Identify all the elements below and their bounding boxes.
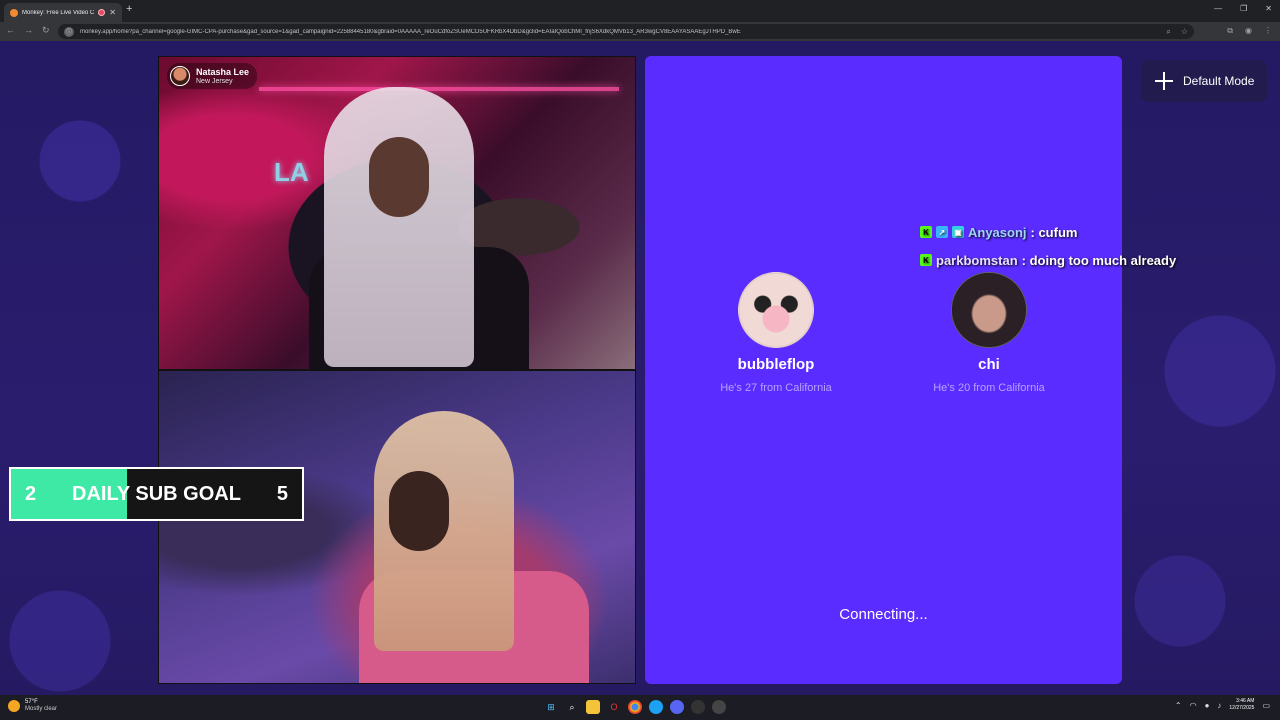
match-card-chi[interactable]: chi He's 20 from California <box>899 272 1079 394</box>
site-info-icon[interactable]: ⓘ <box>64 26 74 37</box>
search-icon[interactable]: ⌕ <box>565 700 579 714</box>
chat-username: Anyasonj <box>968 224 1027 240</box>
match-card-bubbleflop[interactable]: bubbleflop He's 27 from California <box>686 272 866 394</box>
taskbar-apps: ⊞ ⌕ O <box>544 700 726 714</box>
sub-goal-bar: 2 DAILY SUB GOAL 5 <box>9 467 304 521</box>
bookmark-star-icon[interactable]: ☆ <box>1181 27 1188 37</box>
chat-overlay: K ↗ ▣ Anyasonj : cufum K parkbomstan : d… <box>920 224 1176 280</box>
collapse-icon <box>1155 72 1173 90</box>
app-icon[interactable] <box>691 700 705 714</box>
omnibox-actions: ⌕ ☆ <box>1166 27 1188 37</box>
chat-text: : doing too much already <box>1021 252 1177 268</box>
kick-badge-icon: K <box>920 254 932 266</box>
chat-username: parkbomstan <box>936 252 1018 268</box>
weather-widget[interactable]: 57°F Mostly clear <box>8 699 57 713</box>
default-mode-label: Default Mode <box>1183 74 1255 88</box>
self-video-feed <box>158 370 636 684</box>
edge-icon[interactable] <box>649 700 663 714</box>
caller-name: Natasha Lee <box>196 66 250 77</box>
clock-date: 12/27/2025 <box>1229 705 1255 711</box>
subscriber-badge-icon: ↗ <box>936 226 948 238</box>
maximize-icon[interactable]: ❐ <box>1240 4 1247 13</box>
notifications-icon[interactable]: ▭ <box>1262 701 1270 710</box>
screen: Monkey: Free Live Video Ch ✕ + — ❐ ✕ ← →… <box>0 0 1280 720</box>
zoom-icon[interactable]: ⌕ <box>1166 27 1170 37</box>
match-description: He's 27 from California <box>720 382 832 394</box>
system-tray: ⌃ ◠ ● ♪ 3:46 AM 12/27/2025 ▭ <box>1175 698 1270 712</box>
wifi-icon[interactable]: ◠ <box>1190 701 1197 710</box>
obs-icon[interactable] <box>712 700 726 714</box>
window-controls: — ❐ ✕ <box>1214 4 1272 13</box>
browser-address-bar: ← → ↻ ⓘ monkey.app/home?pa_channel=googl… <box>0 22 1280 41</box>
sub-goal-text: 2 DAILY SUB GOAL 5 <box>11 483 302 506</box>
minimize-icon[interactable]: — <box>1214 4 1222 13</box>
new-tab-button[interactable]: + <box>126 3 132 15</box>
sub-goal-label: DAILY SUB GOAL <box>72 482 241 505</box>
tab-title: Monkey: Free Live Video Ch <box>22 9 95 16</box>
system-clock[interactable]: 3:46 AM 12/27/2025 <box>1229 698 1254 712</box>
url-text: monkey.app/home?pa_channel=google-GIMC-C… <box>80 28 741 35</box>
tray-chevron-icon[interactable]: ⌃ <box>1175 701 1182 710</box>
neon-sign: LA <box>274 157 309 187</box>
file-explorer-icon[interactable] <box>586 700 600 714</box>
weather-icon <box>8 700 20 712</box>
stranger-video-feed: LA Natasha Lee New Jersey <box>158 56 636 370</box>
reload-icon[interactable]: ↻ <box>42 25 50 36</box>
back-icon[interactable]: ← <box>6 25 15 36</box>
microphone-icon[interactable]: ● <box>1205 701 1210 710</box>
monkey-favicon-icon <box>10 8 18 17</box>
neon-light <box>259 87 619 91</box>
profile-icon[interactable]: ◉ <box>1245 26 1252 36</box>
url-field[interactable]: ⓘ monkey.app/home?pa_channel=google-GIMC… <box>58 24 1194 39</box>
close-tab-icon[interactable]: ✕ <box>109 8 116 17</box>
wig-hair <box>324 87 474 367</box>
forward-icon[interactable]: → <box>24 25 33 36</box>
person-face <box>369 137 429 217</box>
default-mode-button[interactable]: Default Mode <box>1141 60 1267 102</box>
menu-icon[interactable]: ⋮ <box>1264 26 1272 36</box>
matching-panel: bubbleflop He's 27 from California chi H… <box>645 56 1122 684</box>
recording-icon <box>98 9 106 16</box>
clock-time: 3:46 AM <box>1236 698 1255 704</box>
chrome-icon[interactable] <box>628 700 642 714</box>
match-avatar <box>738 272 814 348</box>
weather-temperature: 57°F <box>25 699 38 705</box>
browser-tab-bar: Monkey: Free Live Video Ch ✕ + — ❐ ✕ <box>0 0 1280 22</box>
windows-taskbar: 57°F Mostly clear ⊞ ⌕ O ⌃ ◠ ● ♪ 3:46 AM … <box>0 695 1280 720</box>
browser-toolbar: ⧉ ◉ ⋮ <box>1227 26 1272 36</box>
chat-message: K ↗ ▣ Anyasonj : cufum <box>920 224 1176 240</box>
match-name: chi <box>978 356 1000 373</box>
weather-condition: Mostly clear <box>25 706 58 712</box>
connecting-status: Connecting... <box>839 606 928 623</box>
close-window-icon[interactable]: ✕ <box>1265 4 1272 13</box>
sub-goal-target: 5 <box>276 482 288 505</box>
match-description: He's 20 from California <box>933 382 1045 394</box>
person-face <box>389 471 449 551</box>
windows-start-icon[interactable]: ⊞ <box>544 700 558 714</box>
extensions-icon[interactable]: ⧉ <box>1227 26 1233 36</box>
browser-tab[interactable]: Monkey: Free Live Video Ch ✕ <box>4 3 122 22</box>
kick-badge-icon: K <box>920 226 932 238</box>
gift-badge-icon: ▣ <box>952 226 964 238</box>
chat-text: : cufum <box>1030 224 1078 240</box>
sub-goal-current: 2 <box>25 482 37 505</box>
volume-icon[interactable]: ♪ <box>1217 701 1221 710</box>
opera-icon[interactable]: O <box>607 700 621 714</box>
discord-icon[interactable] <box>670 700 684 714</box>
caller-avatar <box>170 66 190 86</box>
chat-message: K parkbomstan : doing too much already <box>920 252 1176 268</box>
caller-location: New Jersey <box>196 77 233 85</box>
caller-info[interactable]: Natasha Lee New Jersey <box>167 63 258 89</box>
match-avatar <box>951 272 1027 348</box>
nav-buttons: ← → ↻ <box>6 25 50 36</box>
match-name: bubbleflop <box>737 356 815 373</box>
